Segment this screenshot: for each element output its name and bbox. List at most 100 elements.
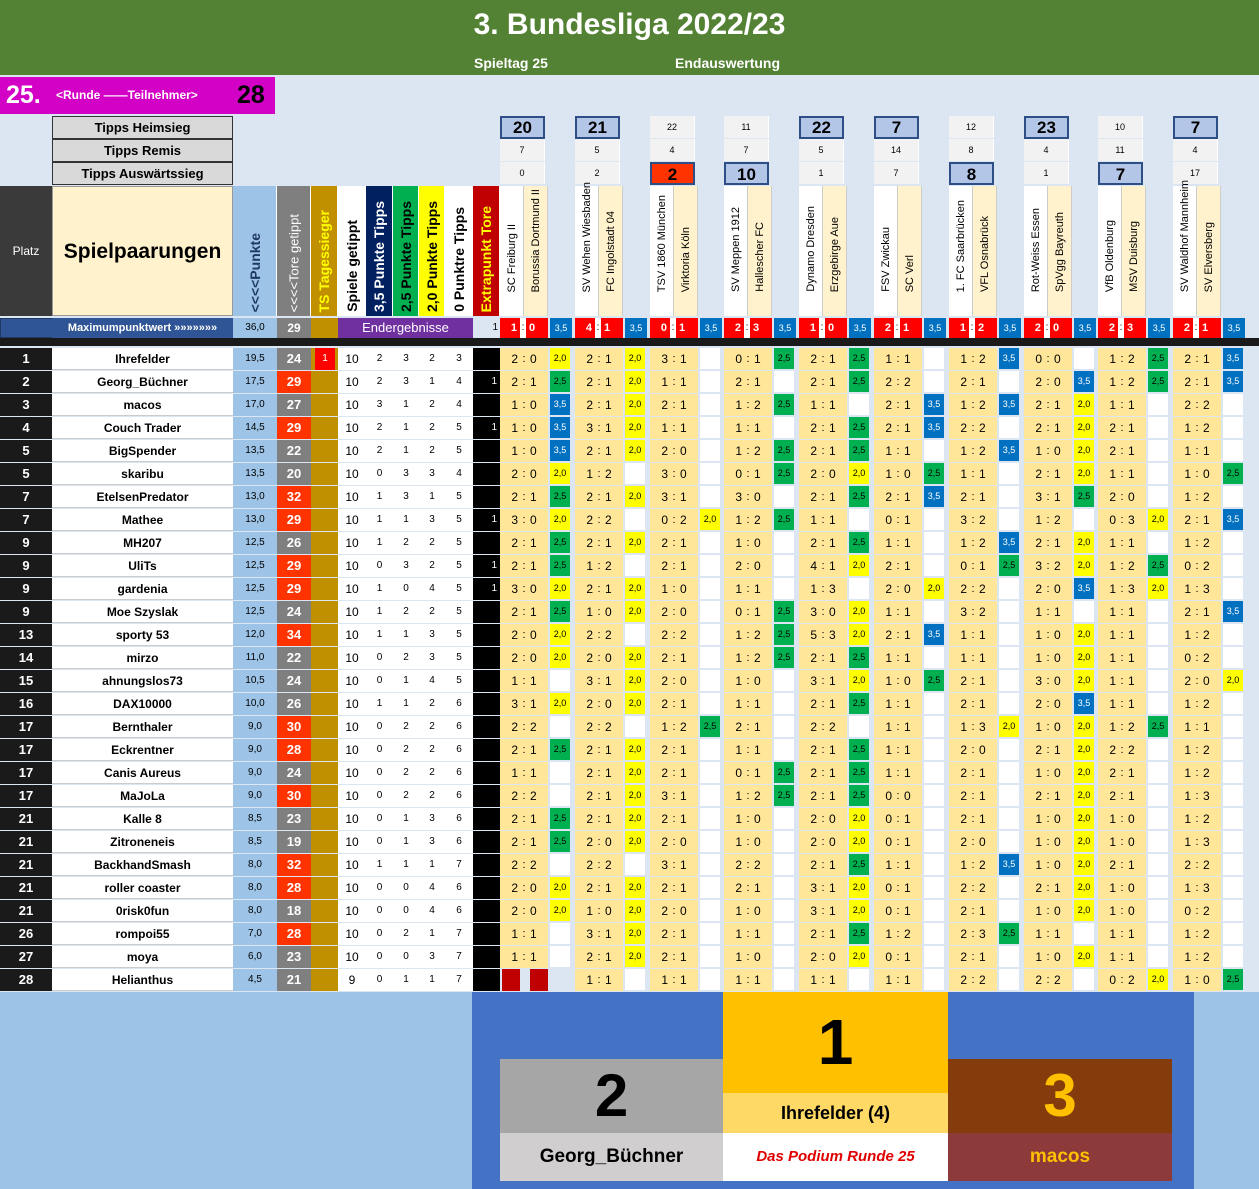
tip-home: 1 (1024, 900, 1044, 922)
tip-colon: : (520, 555, 528, 577)
tip-away: 1 (902, 440, 922, 462)
tip-home: 2 (724, 371, 744, 393)
player-p0: 5 (445, 578, 473, 600)
tip-colon: : (1118, 440, 1126, 462)
tip-colon: : (1044, 739, 1052, 761)
player-rank: 21 (0, 831, 52, 853)
tip-away: 1 (603, 739, 623, 761)
tip-home: 2 (575, 854, 595, 876)
player-p25: 2 (393, 532, 419, 554)
tip-away: 1 (603, 417, 623, 439)
tip-points: 2,0 (849, 463, 869, 484)
player-p0: 6 (445, 762, 473, 784)
tip-colon: : (969, 647, 977, 669)
player-p35: 0 (366, 739, 393, 761)
tip-away: 1 (603, 440, 623, 462)
tip-colon: : (595, 486, 603, 508)
tip-colon: : (520, 762, 528, 784)
tip-home: 1 (1173, 762, 1193, 784)
team-home-0: SC Freiburg II (500, 186, 524, 316)
player-ts-bg (311, 739, 338, 761)
tip-away: 1 (1126, 854, 1146, 876)
tip-home-2: 22 (650, 116, 695, 138)
tip-away: 0 (752, 900, 772, 922)
player-p35: 0 (366, 716, 393, 738)
player-ts-bg (311, 762, 338, 784)
tip-points: 2,0 (849, 601, 869, 622)
tip-away: 0 (752, 946, 772, 968)
tip-points: 2,0 (1074, 946, 1094, 967)
team-home-9: SV Waldhof Mannheim (1173, 180, 1197, 316)
tip-colon: : (1118, 486, 1126, 508)
player-p25: 1 (393, 831, 419, 853)
tip-points: 2,0 (999, 716, 1019, 737)
player-p25: 3 (393, 371, 419, 393)
tip-points (1148, 693, 1168, 714)
team-away-label: VFL Osnabrück (978, 215, 991, 292)
tip-away: 1 (1126, 785, 1146, 807)
tip-colon: : (894, 969, 902, 991)
player-p20: 3 (419, 831, 445, 853)
tip-away: 2 (977, 854, 997, 876)
tip-away-4: 1 (799, 162, 844, 184)
tip-home: 2 (575, 785, 595, 807)
tip-points (700, 555, 720, 576)
tip-away: 3 (1201, 877, 1221, 899)
tip-points: 2,5 (774, 440, 794, 461)
result-home-7: 2 (1024, 318, 1044, 338)
tip-away: 1 (528, 532, 548, 554)
tip-points (700, 693, 720, 714)
player-p0: 6 (445, 900, 473, 922)
player-name: Helianthus (52, 969, 233, 991)
tip-away: 1 (827, 785, 847, 807)
player-extra (473, 808, 500, 830)
tip-points (1148, 923, 1168, 944)
tip-away: 0 (603, 693, 623, 715)
tip-home: 2 (949, 969, 969, 991)
tip-colon: : (520, 486, 528, 508)
result-away-7: 0 (1050, 318, 1072, 338)
team-away-5: SC Verl (898, 186, 922, 316)
tip-points: 3,5 (1223, 601, 1243, 622)
player-p25: 2 (393, 716, 419, 738)
tipps-auswaertssieg-label: Tipps Auswärtssieg (52, 162, 233, 185)
player-name: sporty 53 (52, 624, 233, 646)
player-p35: 1 (366, 509, 393, 531)
tip-points (1223, 532, 1243, 553)
tip-points: 2,0 (1074, 417, 1094, 438)
tip-home: 2 (1173, 509, 1193, 531)
player-tore: 28 (277, 923, 311, 945)
tip-home: 1 (1173, 808, 1193, 830)
result-points-5: 3,5 (924, 318, 946, 338)
tip-points (999, 900, 1019, 921)
tip-colon: : (969, 440, 977, 462)
player-extra (473, 670, 500, 692)
tip-away: 0 (752, 808, 772, 830)
tip-home: 2 (500, 831, 520, 853)
tip-home: 2 (799, 808, 819, 830)
tip-points (1223, 440, 1243, 461)
tip-away: 1 (1052, 877, 1072, 899)
tore-header: <<<<Tore getippt (277, 186, 311, 316)
tip-home: 1 (874, 923, 894, 945)
player-ts-bg (311, 463, 338, 485)
tip-home: 1 (1098, 877, 1118, 899)
tip-points (700, 348, 720, 369)
tip-home: 3 (724, 486, 744, 508)
tip-away: 0 (1052, 578, 1072, 600)
tip-away: 2 (1201, 739, 1221, 761)
tip-points: 2,5 (550, 831, 570, 852)
tip-home: 1 (799, 969, 819, 991)
tip-away: 1 (678, 785, 698, 807)
team-home-label: FSV Zwickau (879, 227, 892, 292)
tip-home: 1 (724, 440, 744, 462)
tip-colon: : (1193, 693, 1201, 715)
tip-home: 1 (1024, 808, 1044, 830)
tip-points (1148, 486, 1168, 507)
tip-colon: : (744, 348, 752, 370)
player-name: Zitroneneis (52, 831, 233, 853)
tip-home: 1 (500, 440, 520, 462)
tip-away-7: 1 (1024, 162, 1069, 184)
tip-colon: : (1118, 394, 1126, 416)
player-punkte: 9,0 (233, 785, 277, 807)
